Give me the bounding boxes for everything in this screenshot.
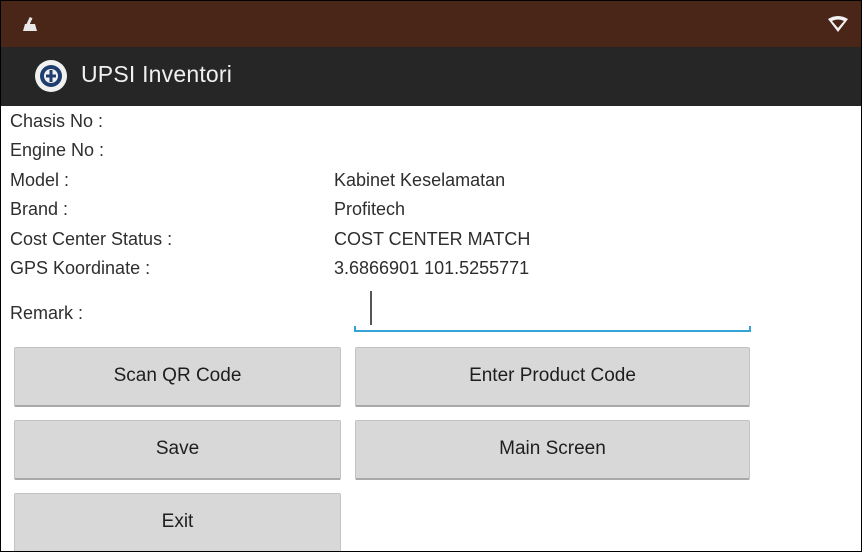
brand-value: Profitech xyxy=(334,199,406,219)
model-value: Kabinet Keselamatan xyxy=(334,170,506,190)
scan-qr-code-button[interactable]: Scan QR Code xyxy=(14,347,341,407)
remark-field[interactable] xyxy=(354,286,751,332)
remark-underline-right-tick xyxy=(749,326,751,332)
remark-input[interactable] xyxy=(354,286,751,330)
remark-underline xyxy=(354,330,751,332)
remark-underline-left-tick xyxy=(354,326,356,332)
exit-button[interactable]: Exit xyxy=(14,493,341,551)
text-cursor xyxy=(370,291,372,325)
main-screen-button[interactable]: Main Screen xyxy=(355,420,750,480)
enter-product-code-button[interactable]: Enter Product Code xyxy=(355,347,750,407)
brand-label: Brand : xyxy=(10,199,69,219)
action-bar: UPSI Inventori xyxy=(1,47,861,106)
app-screen: UPSI Inventori Chasis No : Engine No : M… xyxy=(0,0,862,552)
cost-center-status-label: Cost Center Status : xyxy=(10,229,173,249)
cleaning-broom-icon xyxy=(19,15,41,33)
status-bar xyxy=(1,1,861,47)
app-title: UPSI Inventori xyxy=(81,61,233,87)
engine-no-label: Engine No : xyxy=(10,140,105,160)
save-button[interactable]: Save xyxy=(14,420,341,480)
remark-label: Remark : xyxy=(10,303,84,323)
gps-koordinate-label: GPS Koordinate : xyxy=(10,258,151,278)
upsi-crest-icon xyxy=(35,60,67,92)
gps-koordinate-value: 3.6866901 101.5255771 xyxy=(334,258,530,278)
wifi-signal-icon xyxy=(827,15,849,33)
cost-center-status-value: COST CENTER MATCH xyxy=(334,229,531,249)
model-label: Model : xyxy=(10,170,70,190)
chasis-no-label: Chasis No : xyxy=(10,111,104,131)
